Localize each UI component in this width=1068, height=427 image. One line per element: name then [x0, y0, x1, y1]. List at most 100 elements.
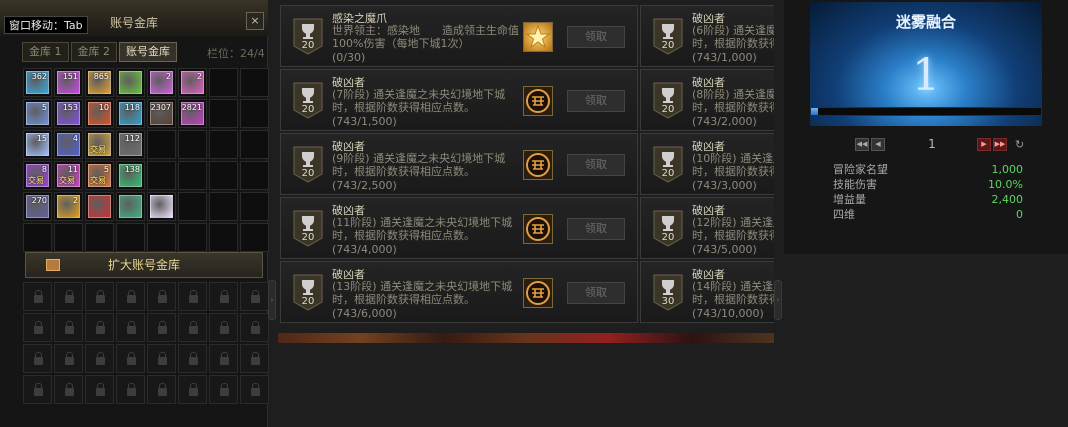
- storage-slot[interactable]: 2821: [178, 99, 207, 128]
- claim-button[interactable]: 领取: [567, 282, 625, 304]
- storage-item-icon[interactable]: 2821: [181, 102, 204, 125]
- storage-slot[interactable]: 270: [23, 192, 52, 221]
- storage-slot[interactable]: [85, 192, 114, 221]
- collapse-handle-right[interactable]: ›: [774, 280, 782, 320]
- storage-item-icon[interactable]: 151: [57, 71, 80, 94]
- storage-slot[interactable]: [178, 223, 207, 252]
- storage-slot[interactable]: [178, 192, 207, 221]
- storage-item-icon[interactable]: 8 交易: [26, 164, 49, 187]
- claim-button[interactable]: 领取: [567, 90, 625, 112]
- storage-slot[interactable]: [147, 192, 176, 221]
- claim-button[interactable]: 领取: [567, 154, 625, 176]
- storage-item-icon[interactable]: [150, 195, 173, 218]
- storage-item-icon[interactable]: [119, 195, 142, 218]
- storage-slot[interactable]: 5: [23, 99, 52, 128]
- storage-item-icon[interactable]: 15: [26, 133, 49, 156]
- tab-storage-2[interactable]: 金库 2: [70, 42, 117, 62]
- storage-slot[interactable]: [54, 223, 83, 252]
- storage-slot[interactable]: [209, 223, 238, 252]
- storage-slot[interactable]: 11 交易: [54, 161, 83, 190]
- storage-item-icon[interactable]: [88, 195, 111, 218]
- storage-item-icon[interactable]: [119, 71, 142, 94]
- storage-slot[interactable]: [178, 161, 207, 190]
- star-reward-icon[interactable]: [523, 22, 553, 52]
- storage-item-icon[interactable]: 118: [119, 102, 142, 125]
- storage-slot[interactable]: 151: [54, 68, 83, 97]
- emblem-reward-icon[interactable]: [523, 150, 553, 180]
- storage-slot[interactable]: 153: [54, 99, 83, 128]
- storage-slot[interactable]: 2: [178, 68, 207, 97]
- storage-slot[interactable]: [240, 223, 269, 252]
- quest-progress: (743/5,000): [692, 243, 757, 256]
- storage-slot[interactable]: [147, 130, 176, 159]
- storage-slot[interactable]: [240, 99, 269, 128]
- storage-item-icon[interactable]: 11 交易: [57, 164, 80, 187]
- storage-titlebar[interactable]: 窗口移动：Tab 账号金库 ×: [0, 0, 268, 36]
- storage-slot[interactable]: [147, 223, 176, 252]
- storage-item-icon[interactable]: 5 交易: [88, 164, 111, 187]
- storage-slot[interactable]: [240, 161, 269, 190]
- claim-button[interactable]: 领取: [567, 26, 625, 48]
- storage-slot[interactable]: [116, 192, 145, 221]
- emblem-reward-icon[interactable]: [523, 86, 553, 116]
- storage-slot[interactable]: [116, 223, 145, 252]
- first-page-icon[interactable]: ◀◀: [855, 137, 869, 151]
- storage-item-icon[interactable]: 138: [119, 164, 142, 187]
- last-page-icon[interactable]: ▶▶: [993, 137, 1007, 151]
- locked-slot: [54, 375, 83, 404]
- storage-slot[interactable]: 112: [116, 130, 145, 159]
- collapse-handle-left[interactable]: ›: [268, 280, 276, 320]
- storage-item-icon[interactable]: 270: [26, 195, 49, 218]
- storage-item-icon[interactable]: 153: [57, 102, 80, 125]
- storage-slot[interactable]: 2: [147, 68, 176, 97]
- storage-slot[interactable]: 交易: [85, 130, 114, 159]
- storage-slot[interactable]: [209, 130, 238, 159]
- storage-slot[interactable]: 2307: [147, 99, 176, 128]
- storage-slot[interactable]: [209, 192, 238, 221]
- storage-slot[interactable]: 362: [23, 68, 52, 97]
- close-icon[interactable]: ×: [246, 12, 264, 30]
- storage-slot[interactable]: [240, 130, 269, 159]
- storage-slot[interactable]: 15: [23, 130, 52, 159]
- storage-slot[interactable]: 5 交易: [85, 161, 114, 190]
- storage-slot[interactable]: [116, 68, 145, 97]
- claim-button[interactable]: 领取: [567, 218, 625, 240]
- storage-slot[interactable]: 4: [54, 130, 83, 159]
- storage-slot[interactable]: 138: [116, 161, 145, 190]
- storage-item-icon[interactable]: 10: [88, 102, 111, 125]
- storage-slot[interactable]: 10: [85, 99, 114, 128]
- expand-storage-button[interactable]: 扩大账号金库: [25, 252, 263, 278]
- refresh-icon[interactable]: ↻: [1015, 138, 1024, 151]
- storage-slot[interactable]: [147, 161, 176, 190]
- storage-slot[interactable]: [209, 99, 238, 128]
- storage-slot[interactable]: [240, 68, 269, 97]
- storage-slot[interactable]: [178, 130, 207, 159]
- next-page-icon[interactable]: ▶: [977, 137, 991, 151]
- locked-slot: [147, 313, 176, 342]
- storage-slot[interactable]: 118: [116, 99, 145, 128]
- emblem-reward-icon[interactable]: [523, 214, 553, 244]
- storage-slot[interactable]: [240, 192, 269, 221]
- storage-slot[interactable]: 8 交易: [23, 161, 52, 190]
- storage-item-icon[interactable]: 2307: [150, 102, 173, 125]
- storage-item-icon[interactable]: 4: [57, 133, 80, 156]
- storage-item-icon[interactable]: 112: [119, 133, 142, 156]
- storage-item-icon[interactable]: 5: [26, 102, 49, 125]
- bag-icon: [46, 259, 60, 271]
- storage-slot[interactable]: [23, 223, 52, 252]
- tab-storage-1[interactable]: 金库 1: [22, 42, 69, 62]
- storage-slot[interactable]: [85, 223, 114, 252]
- storage-slot[interactable]: 865: [85, 68, 114, 97]
- storage-slot[interactable]: [209, 161, 238, 190]
- storage-item-icon[interactable]: 865: [88, 71, 111, 94]
- tab-account-storage[interactable]: 账号金库: [119, 42, 177, 62]
- storage-slot[interactable]: 2: [54, 192, 83, 221]
- prev-page-icon[interactable]: ◀: [871, 137, 885, 151]
- storage-item-icon[interactable]: 362: [26, 71, 49, 94]
- storage-item-icon[interactable]: 2: [57, 195, 80, 218]
- emblem-reward-icon[interactable]: [523, 278, 553, 308]
- storage-item-icon[interactable]: 2: [150, 71, 173, 94]
- storage-item-icon[interactable]: 2: [181, 71, 204, 94]
- storage-slot[interactable]: [209, 68, 238, 97]
- storage-item-icon[interactable]: 交易: [88, 133, 111, 156]
